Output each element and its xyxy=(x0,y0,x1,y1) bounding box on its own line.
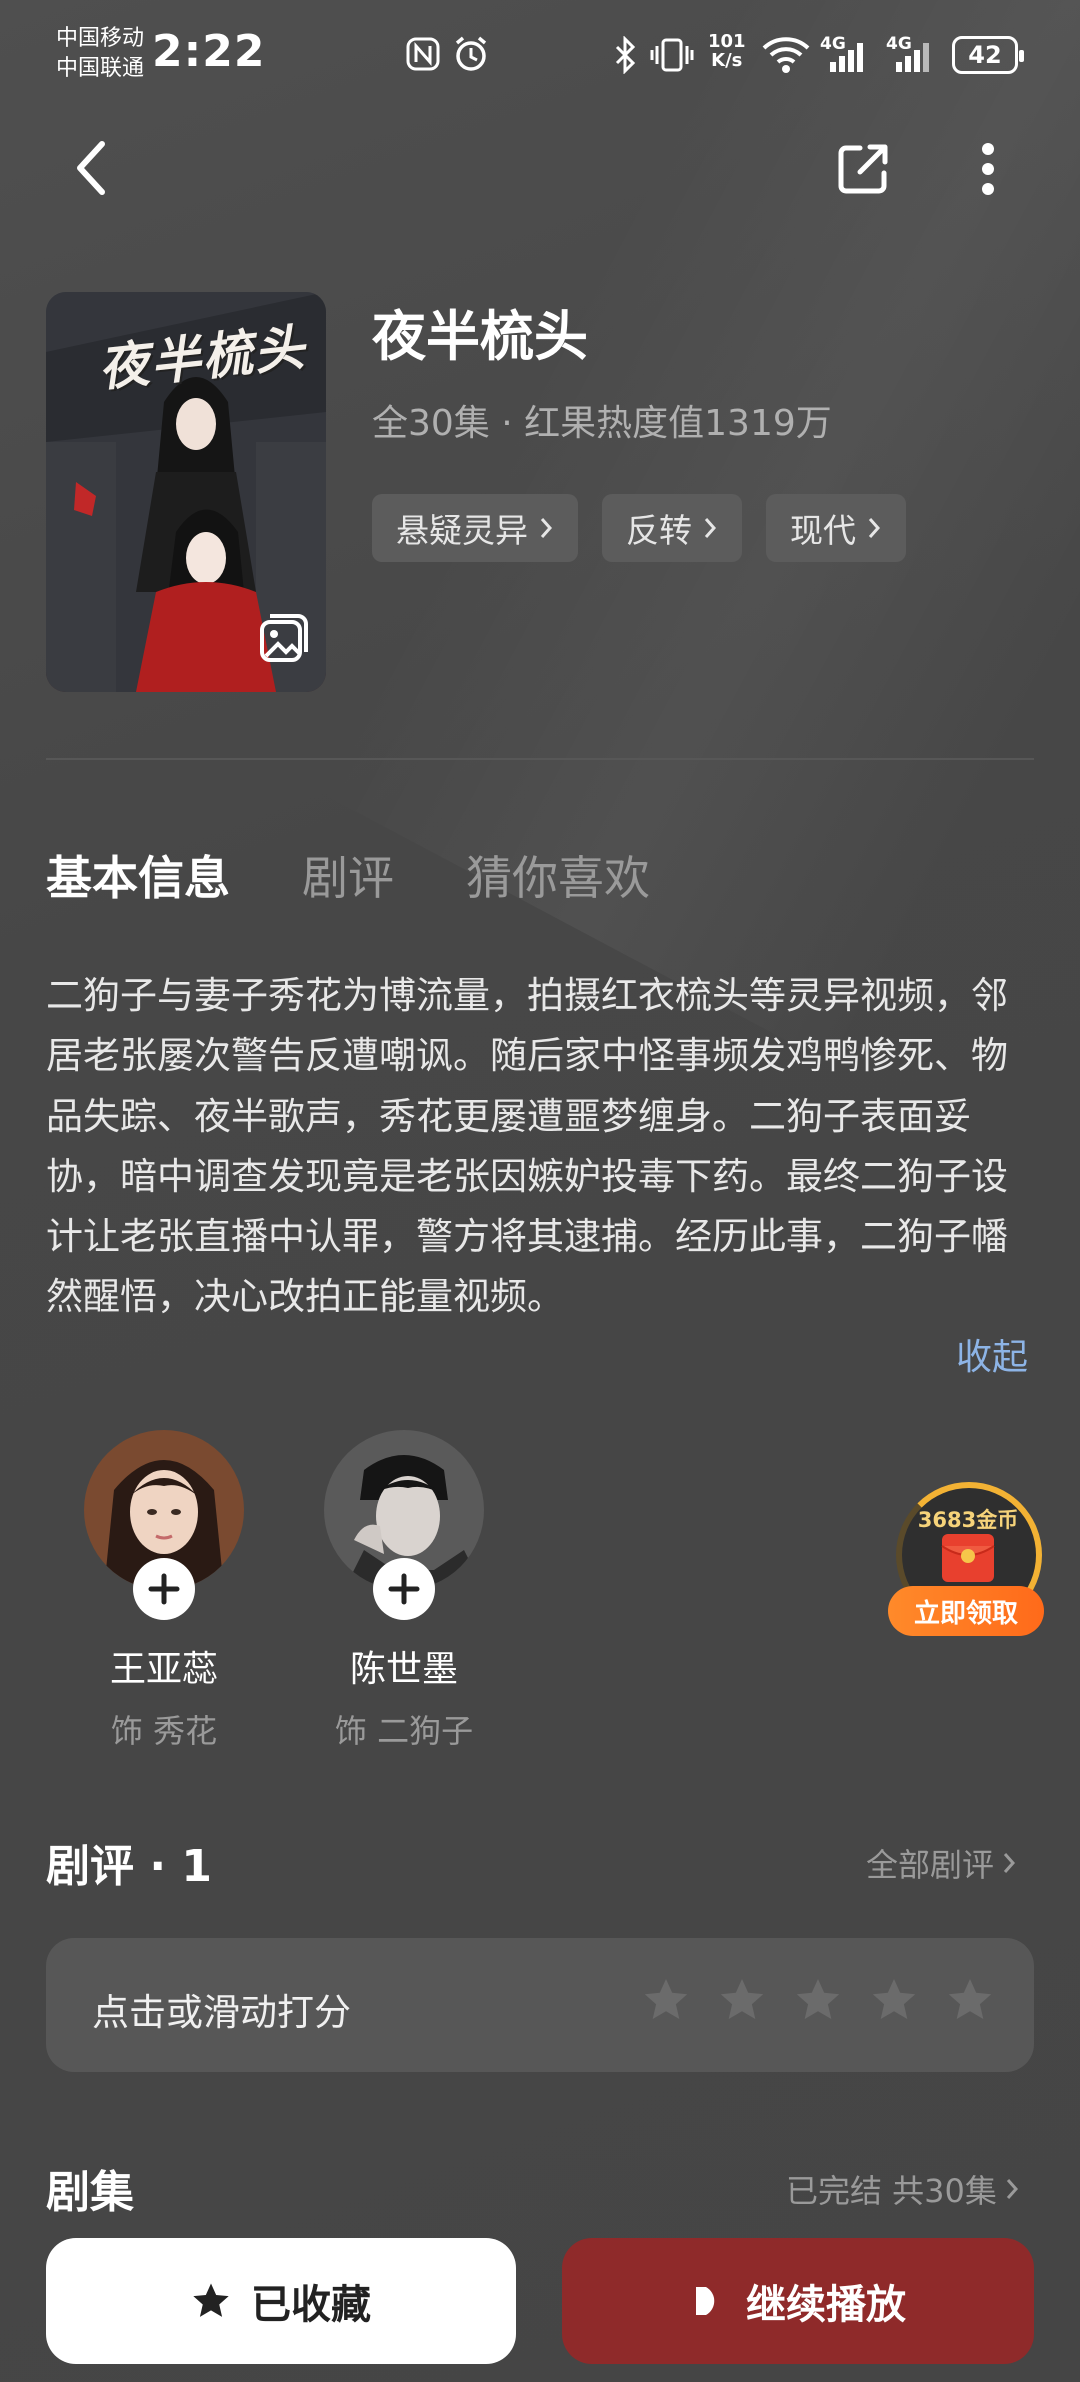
back-button[interactable] xyxy=(60,136,124,200)
tag-label: 现代 xyxy=(790,511,856,550)
drama-meta: 全30集 · 红果热度值1319万 xyxy=(372,403,832,444)
star-icon[interactable] xyxy=(946,1976,994,2024)
star-icon[interactable] xyxy=(870,1976,918,2024)
favorite-button[interactable]: 已收藏 xyxy=(46,2238,516,2364)
battery-level: 42 xyxy=(968,41,1002,69)
nfc-icon xyxy=(405,36,441,76)
play-icon xyxy=(696,2287,715,2315)
avatar[interactable] xyxy=(84,1430,244,1620)
cast-role: 饰 二狗子 xyxy=(334,1712,474,1750)
tab-basic-info[interactable]: 基本信息 xyxy=(46,842,230,908)
chevron-right-icon xyxy=(1006,2179,1018,2199)
rating-stars[interactable] xyxy=(642,1976,994,2024)
tag-label: 悬疑灵异 xyxy=(396,511,528,550)
chevron-right-icon xyxy=(1003,1853,1016,1873)
reward-amount: 3683金币 xyxy=(917,1508,1019,1532)
alarm-icon xyxy=(451,34,491,78)
carrier-2: 中国联通 xyxy=(56,56,145,81)
tab-recommendations[interactable]: 猜你喜欢 xyxy=(466,842,650,908)
synopsis-text: 二狗子与妻子秀花为博流量，拍摄红衣梳头等灵异视频，邻居老张屡次警告反遭嘲讽。随后… xyxy=(46,974,1008,1319)
carrier-1: 中国移动 xyxy=(56,26,145,51)
chevron-right-icon xyxy=(704,518,717,538)
continue-play-button[interactable]: 继续播放 xyxy=(562,2238,1034,2364)
star-icon[interactable] xyxy=(794,1976,842,2024)
tag-twist[interactable]: 反转 xyxy=(602,494,742,562)
tag-label: 反转 xyxy=(626,511,692,550)
cast-role: 饰 秀花 xyxy=(110,1712,218,1750)
reviews-heading: 剧评 · 1 xyxy=(46,1841,212,1892)
episodes-link[interactable]: 已完结 共30集 xyxy=(786,2166,1019,2212)
plus-icon xyxy=(148,1573,180,1605)
coin-reward-widget[interactable]: 3683金币 立即领取 xyxy=(888,1482,1048,1642)
episodes-status: 已完结 共30集 xyxy=(786,2172,997,2210)
red-envelope-icon xyxy=(940,1532,996,1588)
cast-name: 王亚蕊 xyxy=(109,1649,218,1690)
net-speed: 101 K/s xyxy=(708,32,746,70)
vibrate-icon xyxy=(650,36,694,78)
follow-button[interactable] xyxy=(133,1558,195,1620)
tag-suspense[interactable]: 悬疑灵异 xyxy=(372,494,578,562)
carrier-labels: 中国移动 中国联通 xyxy=(56,24,144,84)
tag-list: 悬疑灵异 反转 现代 xyxy=(372,494,906,562)
avatar[interactable] xyxy=(324,1430,484,1620)
drama-title: 夜半梳头 xyxy=(372,305,588,368)
share-button[interactable] xyxy=(830,136,896,202)
divider xyxy=(46,758,1034,760)
plus-icon xyxy=(388,1573,420,1605)
episodes-heading: 剧集 xyxy=(46,2167,134,2218)
collapse-button[interactable]: 收起 xyxy=(956,1328,1028,1380)
play-label: 继续播放 xyxy=(746,2282,906,2328)
all-reviews-link[interactable]: 全部剧评 xyxy=(866,1840,1016,1886)
signal-1-icon xyxy=(826,40,866,78)
claim-reward-button[interactable]: 立即领取 xyxy=(888,1586,1044,1636)
tab-reviews[interactable]: 剧评 xyxy=(302,842,394,908)
net-speed-unit: K/s xyxy=(711,50,743,71)
gallery-icon[interactable] xyxy=(258,612,310,668)
rating-panel[interactable]: 点击或滑动打分 xyxy=(46,1938,1034,2072)
more-button[interactable] xyxy=(958,136,1018,202)
favorite-label: 已收藏 xyxy=(251,2282,371,2328)
net-speed-value: 101 xyxy=(708,31,746,52)
signal-2-icon xyxy=(892,40,932,78)
back-arrow-icon xyxy=(77,141,105,195)
bluetooth-icon xyxy=(612,35,640,78)
cast-member[interactable]: 王亚蕊 饰 秀花 xyxy=(64,1430,264,1752)
clock: 2:22 xyxy=(152,26,266,77)
all-reviews-label: 全部剧评 xyxy=(866,1846,995,1884)
wifi-icon xyxy=(760,34,812,78)
cast-member[interactable]: 陈世墨 饰 二狗子 xyxy=(304,1430,504,1752)
star-filled-icon xyxy=(193,2283,229,2317)
detail-tabs: 基本信息 剧评 猜你喜欢 xyxy=(46,842,650,908)
star-icon[interactable] xyxy=(642,1976,690,2024)
share-icon xyxy=(838,144,888,194)
drama-poster[interactable]: 夜半梳头 xyxy=(46,292,326,692)
follow-button[interactable] xyxy=(373,1558,435,1620)
rating-prompt: 点击或滑动打分 xyxy=(92,1991,351,2034)
battery-indicator: 42 xyxy=(952,36,1024,74)
chevron-right-icon xyxy=(868,518,881,538)
more-vertical-icon xyxy=(982,143,994,195)
chevron-right-icon xyxy=(540,518,553,538)
tag-modern[interactable]: 现代 xyxy=(766,494,906,562)
cast-name: 陈世墨 xyxy=(349,1649,458,1690)
star-icon[interactable] xyxy=(718,1976,766,2024)
